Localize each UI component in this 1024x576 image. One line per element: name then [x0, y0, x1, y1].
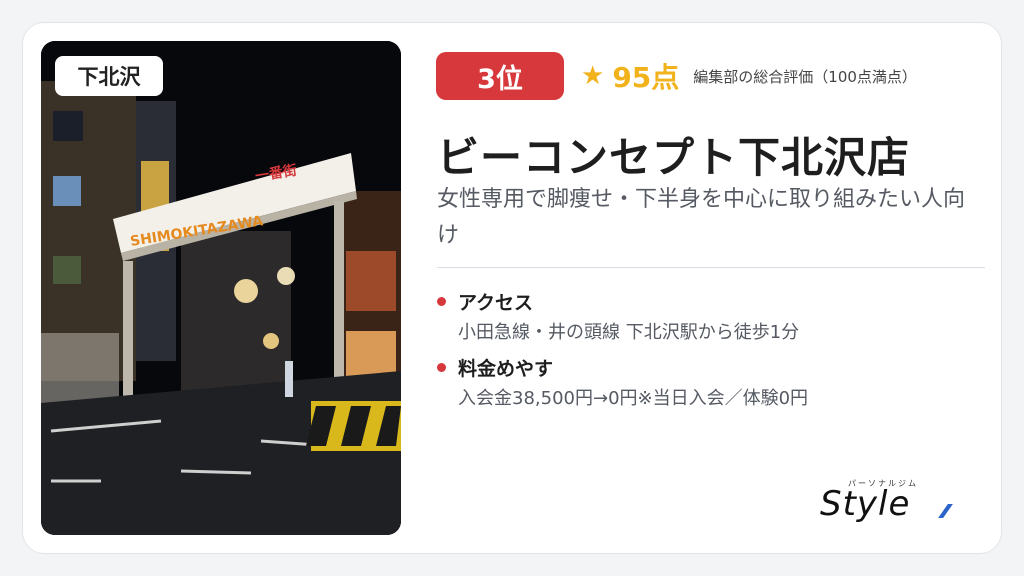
- style-logo: パーソナルジム Style: [820, 478, 970, 528]
- score-value: 95点: [612, 61, 680, 94]
- divider: [437, 267, 985, 268]
- info-price-title: 料金めやす: [458, 357, 554, 380]
- info-access: アクセス 小田急線・井の頭線 下北沢駅から徒歩1分: [437, 288, 799, 344]
- info-price-title-row: 料金めやす: [437, 354, 808, 380]
- score-row: ★ 95点 編集部の総合評価（100点満点）: [581, 56, 917, 96]
- logo-main: Style: [820, 484, 911, 524]
- rank-badge: 3位: [436, 52, 564, 100]
- info-access-title-row: アクセス: [437, 288, 799, 314]
- dot-icon: [437, 362, 446, 372]
- logo-slash-icon: [938, 504, 953, 518]
- shop-subtitle: 女性専用で脚痩せ・下半身を中心に取り組みたい人向け: [437, 187, 966, 248]
- info-access-body: 小田急線・井の頭線 下北沢駅から徒歩1分: [458, 322, 800, 343]
- star-icon: ★: [581, 61, 605, 91]
- info-price-body: 入会金38,500円→0円※当日入会／体験0円: [458, 388, 809, 409]
- shop-name: ビーコンセプト下北沢店: [437, 133, 911, 182]
- dot-icon: [437, 296, 446, 306]
- info-price: 料金めやす 入会金38,500円→0円※当日入会／体験0円: [437, 354, 808, 410]
- area-tag: 下北沢: [55, 56, 163, 96]
- score-note: 編集部の総合評価（100点満点）: [693, 67, 917, 86]
- street-photo: SHIMOKITAZAWA 一番街: [41, 41, 401, 535]
- info-access-title: アクセス: [458, 291, 534, 314]
